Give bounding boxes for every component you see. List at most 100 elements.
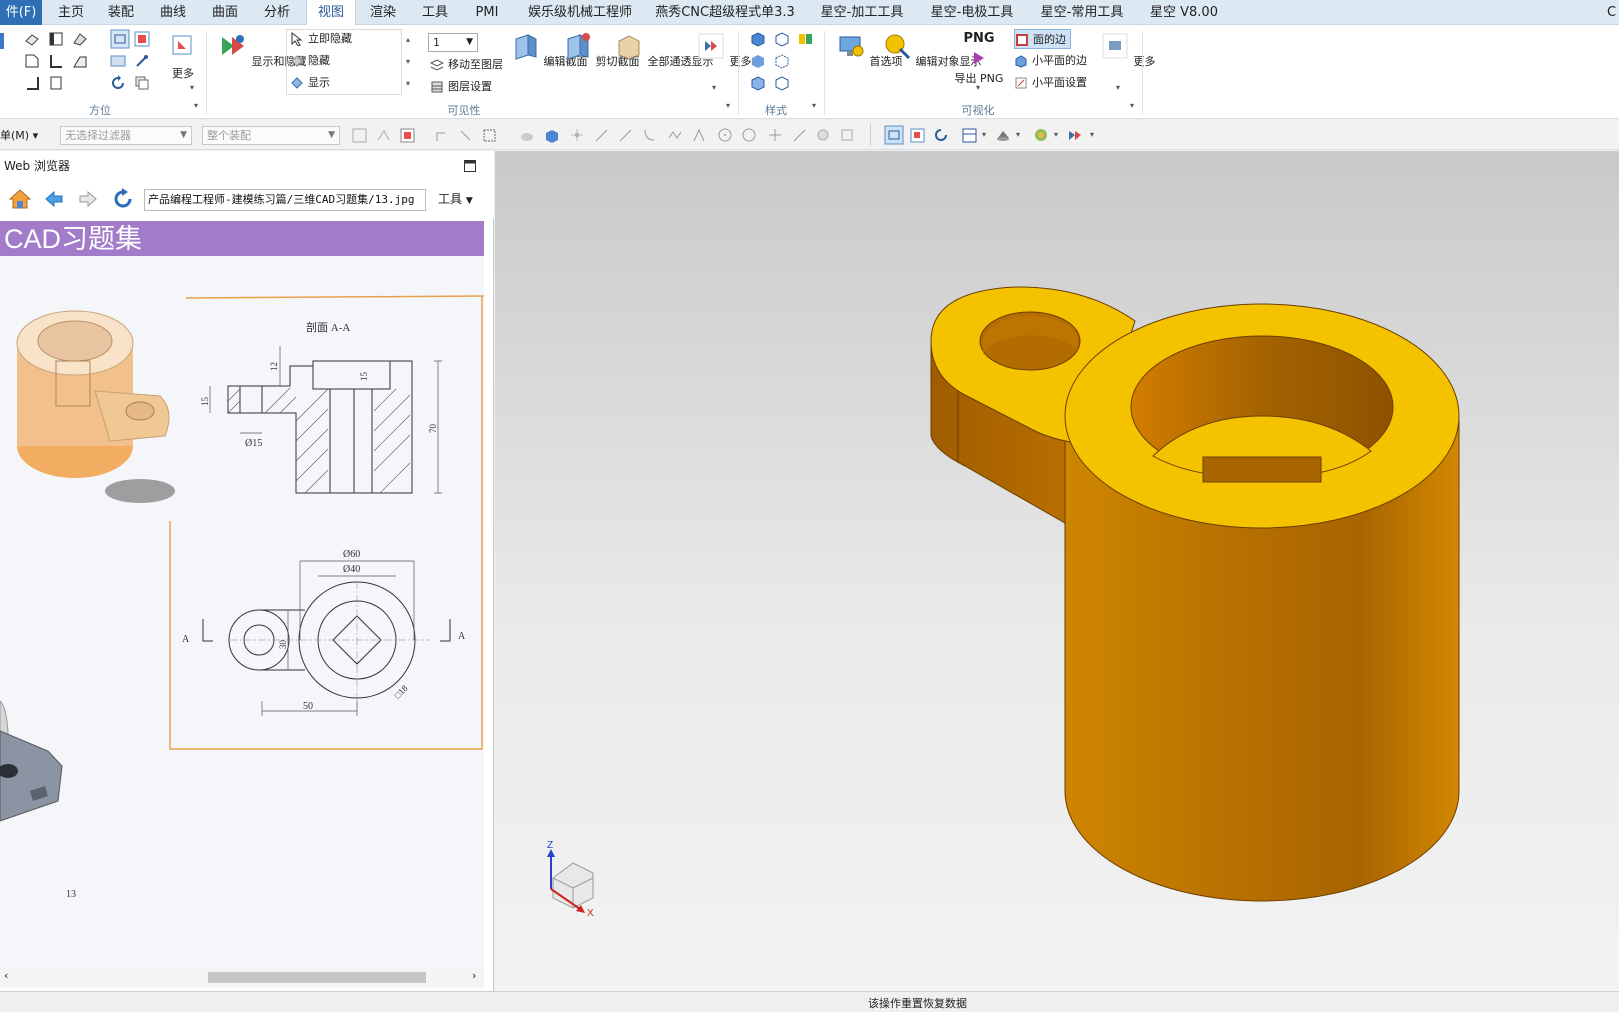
show-button[interactable]: 显示 xyxy=(290,73,330,93)
visualize-group-expand-icon[interactable]: ▾ xyxy=(1130,101,1134,110)
layer-settings-button[interactable]: 图层设置 xyxy=(430,77,492,97)
view-trimetric-icon[interactable] xyxy=(24,31,40,47)
type-filter-select[interactable]: 无选择过滤器 ▼ xyxy=(60,126,192,145)
tab-pmi[interactable]: PMI xyxy=(464,0,510,25)
view-left-icon[interactable] xyxy=(48,53,64,69)
render-toolbar-icon[interactable] xyxy=(996,128,1011,143)
feature-snap-icon[interactable] xyxy=(458,128,473,143)
orient-toolbar-icon[interactable] xyxy=(962,128,977,143)
clip-section-button[interactable]: 剪切截面 xyxy=(562,31,640,69)
shaded-icon[interactable] xyxy=(750,53,766,69)
back-arrow-icon[interactable] xyxy=(44,189,64,209)
visibility-toolbar-chevron-icon[interactable]: ▾ xyxy=(1090,130,1094,139)
zoom-window-icon[interactable] xyxy=(134,31,150,47)
body-filter-icon[interactable] xyxy=(520,128,535,143)
menu-dropdown[interactable]: 单(M) ▾ xyxy=(0,127,38,143)
circle-snap-icon[interactable] xyxy=(742,128,757,143)
tab-tools[interactable]: 工具 xyxy=(412,0,458,25)
copy-view-icon[interactable] xyxy=(134,75,150,91)
edit-object-display-button[interactable]: 编辑对象显示 xyxy=(882,31,982,69)
curve-filter-icon[interactable] xyxy=(642,128,657,143)
visualize-more-chevron-icon[interactable]: ▾ xyxy=(1116,83,1120,92)
tab-xingkong-electrode[interactable]: 星空-电极工具 xyxy=(922,0,1022,25)
orient-more-icon[interactable] xyxy=(172,35,192,55)
show-hide-button[interactable]: 显示和隐藏 xyxy=(218,31,307,69)
shaded-with-edges-icon[interactable] xyxy=(750,31,766,47)
tab-xingkong-common[interactable]: 星空-常用工具 xyxy=(1032,0,1132,25)
maximize-icon[interactable] xyxy=(464,160,476,172)
edge-filter-icon[interactable] xyxy=(618,128,633,143)
static-wire-icon[interactable] xyxy=(774,75,790,91)
view-top-icon[interactable] xyxy=(48,31,64,47)
visualize-more-button[interactable]: 更多 xyxy=(1100,31,1156,69)
rotate-toolbar-icon[interactable] xyxy=(934,128,949,143)
scroll-right-icon[interactable]: › xyxy=(472,969,476,982)
face-analysis-icon[interactable] xyxy=(750,75,766,91)
tab-surface[interactable]: 曲面 xyxy=(202,0,248,25)
small-face-settings-button[interactable]: 小平面设置 xyxy=(1014,73,1087,93)
intersect-filter-icon[interactable] xyxy=(692,128,707,143)
render-toolbar-chevron-icon[interactable]: ▾ xyxy=(1016,130,1020,139)
orient-group-expand-icon[interactable]: ▾ xyxy=(194,101,198,110)
move-to-layer-button[interactable]: 移动至图层 xyxy=(430,55,503,75)
export-png-button[interactable]: PNG 导出 PNG xyxy=(954,31,1004,86)
sphere-snap-icon[interactable] xyxy=(816,128,831,143)
cross-snap-icon[interactable] xyxy=(768,128,783,143)
tangent-snap-icon[interactable] xyxy=(792,128,807,143)
fit-view-icon[interactable] xyxy=(110,29,130,49)
tab-render[interactable]: 渲染 xyxy=(360,0,406,25)
wireframe-icon[interactable] xyxy=(774,31,790,47)
background-toolbar-icon[interactable] xyxy=(1034,128,1049,143)
tab-yanxiu-cnc[interactable]: 燕秀CNC超级程式单3.3 xyxy=(650,0,800,25)
immediate-hide-button[interactable]: 立即隐藏 xyxy=(290,29,352,49)
tab-analysis[interactable]: 分析 xyxy=(254,0,300,25)
edit-section-button[interactable]: 编辑截面 xyxy=(510,31,588,69)
scroll-left-icon[interactable]: ‹ xyxy=(4,969,8,982)
visibility-more-button[interactable]: 更多 xyxy=(696,31,752,69)
forward-arrow-icon[interactable] xyxy=(78,189,98,209)
scrollbar-thumb[interactable] xyxy=(208,972,426,983)
hidden-wire-icon[interactable] xyxy=(774,53,790,69)
visibility-more-chevron-icon[interactable]: ▾ xyxy=(712,83,716,92)
snap-icon[interactable] xyxy=(376,128,391,143)
pan-icon[interactable] xyxy=(110,53,126,69)
file-menu-tab[interactable]: 件(F) xyxy=(0,0,42,25)
home-icon[interactable] xyxy=(8,188,32,210)
refresh-icon[interactable] xyxy=(112,188,134,210)
vertex-filter-icon[interactable] xyxy=(570,128,585,143)
tab-home[interactable]: 主页 xyxy=(48,0,94,25)
view-isometric-icon[interactable] xyxy=(72,31,88,47)
style-group-expand-icon[interactable]: ▾ xyxy=(812,101,816,110)
tab-xingkong-v8[interactable]: 星空 V8.00 xyxy=(1142,0,1226,25)
gallery-down-icon[interactable]: ▾ xyxy=(406,57,410,66)
solid-filter-icon[interactable] xyxy=(544,128,559,143)
tab-mech-engineer[interactable]: 娱乐级机械工程师 xyxy=(520,0,640,25)
zoom-icon[interactable] xyxy=(134,53,150,69)
url-address-input[interactable]: 产品编程工程师-建模练习篇/三维CAD习题集/13.jpg xyxy=(144,189,426,211)
visibility-group-expand-icon[interactable]: ▾ xyxy=(726,101,730,110)
view-back-icon[interactable] xyxy=(48,75,64,91)
orient-more-chevron-icon[interactable]: ▾ xyxy=(190,83,194,92)
preferences-button[interactable]: 首选项 xyxy=(836,31,903,69)
zoom-toolbar-icon[interactable] xyxy=(910,128,925,143)
export-png-chevron-icon[interactable]: ▾ xyxy=(976,83,980,92)
tab-xingkong-machining[interactable]: 星空-加工工具 xyxy=(812,0,912,25)
view-triad[interactable]: Z X xyxy=(547,840,594,919)
gallery-up-icon[interactable]: ▴ xyxy=(406,35,410,44)
yellow-part-model[interactable] xyxy=(930,286,1460,902)
point-snap-icon[interactable] xyxy=(434,128,449,143)
gallery-expand-icon[interactable]: ▾ xyxy=(406,79,410,88)
face-edges-toggle[interactable]: 面的边 xyxy=(1014,29,1071,49)
tab-curve[interactable]: 曲线 xyxy=(150,0,196,25)
tab-view[interactable]: 视图 xyxy=(306,0,356,26)
all-transparent-button[interactable]: 全部通透显示 xyxy=(614,31,714,69)
orient-more-button[interactable]: 更多 xyxy=(166,65,200,81)
select-all-icon[interactable] xyxy=(352,128,367,143)
browser-content[interactable]: CAD习题集 剖面 A-A 12 15 15 Ø15 70 Ø60 Ø40 30… xyxy=(0,221,484,968)
tab-assembly[interactable]: 装配 xyxy=(98,0,144,25)
line-filter-icon[interactable] xyxy=(594,128,609,143)
orient-toolbar-chevron-icon[interactable]: ▾ xyxy=(982,130,986,139)
layer-select[interactable]: 1 ▼ xyxy=(428,33,478,52)
visibility-toolbar-icon[interactable] xyxy=(1068,128,1083,143)
fit-view-toolbar-icon[interactable] xyxy=(884,125,904,145)
